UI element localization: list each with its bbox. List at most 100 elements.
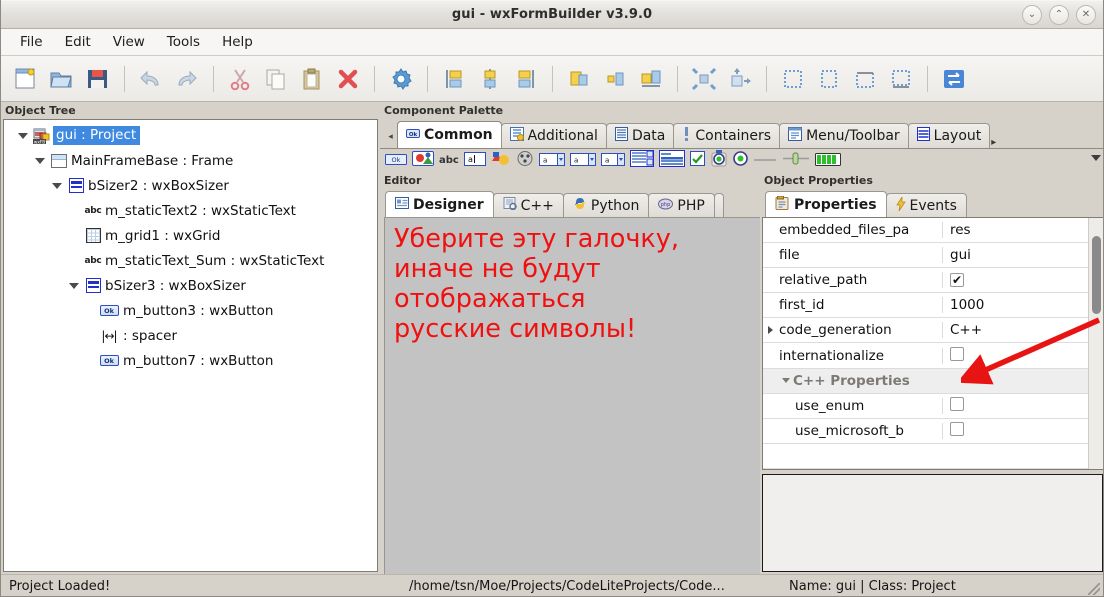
use-microsoft-bom-checkbox[interactable] [950, 421, 964, 436]
align-bottom-icon[interactable] [634, 62, 668, 96]
menu-view[interactable]: View [102, 31, 156, 53]
use-enum-checkbox[interactable] [950, 396, 964, 411]
palette-tab-layout[interactable]: Layout [907, 123, 991, 148]
wxstaticbitmap-icon[interactable] [491, 151, 511, 170]
copy-icon[interactable] [259, 62, 293, 96]
expander-down-icon[interactable] [14, 132, 31, 139]
align-center-h-icon[interactable] [473, 62, 507, 96]
wxcombobox-icon[interactable] [516, 151, 534, 170]
wxradiobutton-icon[interactable] [710, 150, 728, 171]
object-tree[interactable]: wxFB gui : Project MainFrameBase : Frame… [3, 119, 378, 572]
tree-node-mainframebase[interactable]: MainFrameBase : Frame [4, 148, 377, 173]
wxlistbox-icon[interactable] [629, 150, 654, 171]
palette-scroll-right-icon[interactable]: ▸ [989, 137, 996, 148]
maximize-button[interactable]: ⌃ [1049, 5, 1069, 25]
tree-node-bsizer3[interactable]: bSizer3 : wxBoxSizer [4, 273, 377, 298]
palette-tab-containers[interactable]: Containers [673, 123, 781, 148]
palette-tab-additional[interactable]: Additional [500, 123, 607, 148]
wxspin-icon[interactable]: a [600, 151, 625, 170]
property-grid-scrollbar[interactable] [1088, 218, 1103, 469]
property-value[interactable]: C++ [943, 322, 1088, 338]
editor-tab-cpp[interactable]: C++ [492, 193, 564, 217]
property-value[interactable]: res [943, 222, 1088, 238]
cut-icon[interactable] [223, 62, 257, 96]
border-none-icon[interactable] [884, 62, 918, 96]
wxradio2-icon[interactable] [733, 151, 748, 170]
expander-down-icon[interactable] [48, 182, 65, 189]
property-row-partial[interactable] [763, 444, 1088, 469]
open-icon[interactable] [45, 62, 79, 96]
editor-tab-php[interactable]: php PHP [648, 193, 715, 217]
delete-icon[interactable] [331, 62, 365, 96]
property-row-internationalize[interactable]: internationalize [763, 343, 1088, 369]
wxgauge-icon[interactable] [814, 151, 841, 170]
tree-node-project[interactable]: wxFB gui : Project [4, 123, 377, 148]
menu-edit[interactable]: Edit [54, 31, 102, 53]
align-top-icon[interactable] [562, 62, 596, 96]
minimize-button[interactable]: ⌄ [1022, 5, 1042, 25]
editor-tab-overflow[interactable] [713, 193, 724, 217]
property-row-embedded-files-path[interactable]: embedded_files_pa res [763, 218, 1088, 244]
palette-tab-menu-toolbar[interactable]: Menu/Toolbar [779, 123, 909, 148]
relative-path-checkbox[interactable]: ✔ [950, 273, 964, 288]
property-row-code-generation[interactable]: code_generation C++ [763, 318, 1088, 344]
wxbitmapbutton-icon[interactable] [412, 151, 434, 170]
new-icon[interactable] [9, 62, 43, 96]
align-center-v-icon[interactable] [598, 62, 632, 96]
editor-tab-designer[interactable]: Designer [385, 191, 494, 217]
tree-node-button7[interactable]: Ok m_button7 : wxButton [4, 348, 377, 373]
menu-file[interactable]: File [9, 31, 54, 53]
events-tab[interactable]: Events [885, 193, 967, 217]
category-expander-down-icon[interactable] [779, 378, 793, 384]
border-top-icon[interactable] [848, 62, 882, 96]
property-row-relative-path[interactable]: relative_path ✔ [763, 268, 1088, 294]
property-value[interactable]: 1000 [943, 297, 1088, 313]
close-button[interactable]: ✕ [1076, 5, 1096, 25]
tree-node-statictext-sum[interactable]: abc m_staticText_Sum : wxStaticText [4, 248, 377, 273]
property-row-use-enum[interactable]: use_enum [763, 394, 1088, 419]
scrollbar-thumb[interactable] [1092, 236, 1101, 314]
paste-icon[interactable] [295, 62, 329, 96]
align-left-icon[interactable] [437, 62, 471, 96]
properties-tab[interactable]: Properties [765, 191, 887, 217]
designer-canvas[interactable]: Уберите эту галочку, иначе не будут отоб… [384, 217, 760, 574]
menu-tools[interactable]: Tools [156, 31, 211, 53]
wxchoice-icon[interactable]: a [538, 151, 565, 170]
tree-node-statictext2[interactable]: abc m_staticText2 : wxStaticText [4, 198, 377, 223]
palette-tab-data[interactable]: Data [605, 123, 675, 148]
property-row-use-microsoft-bom[interactable]: use_microsoft_b [763, 419, 1088, 444]
expander-down-icon[interactable] [31, 157, 48, 164]
wxslider-icon[interactable] [782, 151, 810, 170]
wxcombo-icon[interactable]: a [569, 151, 596, 170]
stretch-icon[interactable] [723, 62, 757, 96]
tree-node-bsizer2[interactable]: bSizer2 : wxBoxSizer [4, 173, 377, 198]
expand-icon[interactable] [687, 62, 721, 96]
wxcheckbox-icon[interactable] [689, 151, 705, 170]
border-left-icon[interactable] [776, 62, 810, 96]
property-grid[interactable]: embedded_files_pa res file gui relative_ [762, 217, 1103, 470]
property-value[interactable]: gui [943, 247, 1088, 263]
property-row-first-id[interactable]: first_id 1000 [763, 293, 1088, 319]
wxbutton-icon[interactable]: Ok [385, 151, 407, 170]
palette-tab-common[interactable]: Ok Common [397, 121, 502, 148]
save-icon[interactable] [81, 62, 115, 96]
resize-grip[interactable] [1088, 583, 1100, 595]
property-row-file[interactable]: file gui [763, 243, 1088, 269]
tree-node-button3[interactable]: Ok m_button3 : wxButton [4, 298, 377, 323]
tree-node-spacer[interactable]: |↔| : spacer [4, 323, 377, 348]
swap-icon[interactable] [937, 62, 971, 96]
redo-icon[interactable] [170, 62, 204, 96]
internationalize-checkbox[interactable] [950, 346, 964, 361]
row-expander-right-icon[interactable] [763, 326, 777, 335]
tree-node-grid1[interactable]: m_grid1 : wxGrid [4, 223, 377, 248]
expander-down-icon[interactable] [65, 282, 82, 289]
menu-help[interactable]: Help [211, 31, 264, 53]
editor-tab-python[interactable]: Python [562, 193, 650, 217]
undo-icon[interactable] [134, 62, 168, 96]
settings-icon[interactable] [384, 62, 418, 96]
palette-overflow-dropdown-icon[interactable] [1091, 155, 1101, 161]
align-right-icon[interactable] [509, 62, 543, 96]
property-category-cpp-properties[interactable]: C++ Properties [763, 368, 1088, 394]
border-all-icon[interactable] [812, 62, 846, 96]
wxtextctrl-icon[interactable]: a [463, 151, 486, 170]
